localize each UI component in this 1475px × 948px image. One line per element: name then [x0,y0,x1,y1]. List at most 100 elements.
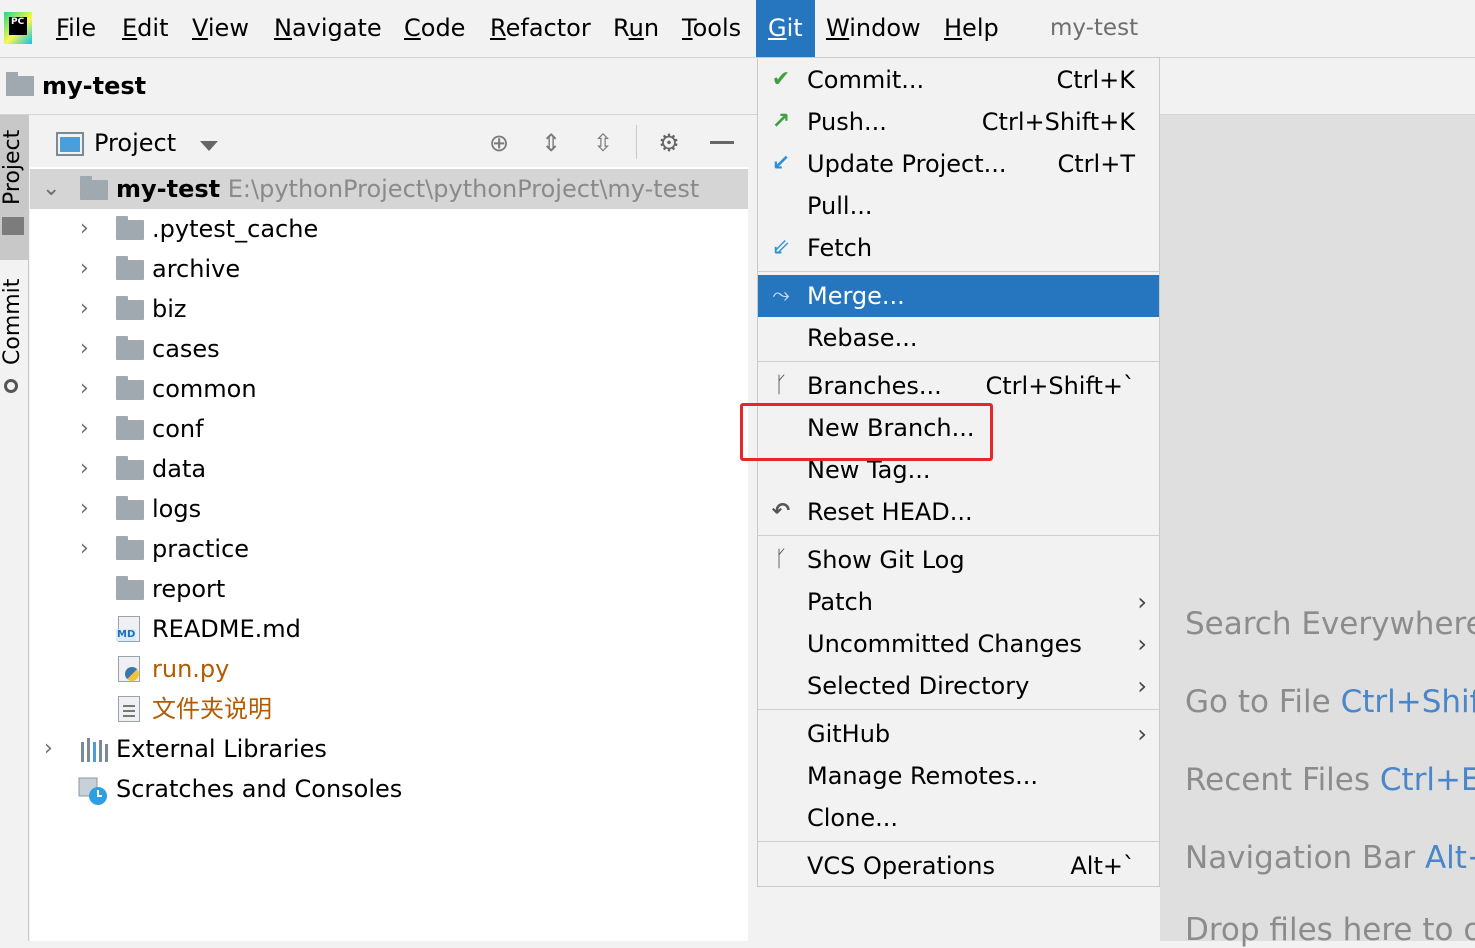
menu-item-branches[interactable]: ᚴ Branches... Ctrl+Shift+` [758,365,1159,407]
menu-item-commit[interactable]: ✔ Commit... Ctrl+K [758,59,1159,101]
chevron-right-icon[interactable]: › [80,529,100,569]
menu-item-merge[interactable]: ⤳ Merge... [758,275,1159,317]
checkmark-icon: ✔ [771,67,791,92]
tree-label: data [152,455,207,483]
root-folder-path: E:\pythonProject\pythonProject\my-test [227,175,700,203]
tree-row-folder[interactable]: › cases [30,329,748,369]
menu-code[interactable]: Code [392,0,477,57]
locate-target-icon[interactable]: ⊕ [486,131,512,155]
tree-row-scratches[interactable]: Scratches and Consoles [30,769,748,809]
chevron-right-icon: › [1137,588,1147,616]
menu-item-selected-directory[interactable]: Selected Directory › [758,665,1159,707]
tree-root-row[interactable]: ⌄ my-test E:\pythonProject\pythonProject… [30,169,748,209]
chevron-right-icon[interactable]: › [80,489,100,529]
menu-item-new-tag[interactable]: New Tag... [758,449,1159,491]
tool-tab-project[interactable]: Project [0,115,28,260]
root-folder-name: my-test [116,175,221,203]
tree-row-folder[interactable]: › .pytest_cache [30,209,748,249]
project-view-selector[interactable]: Project [94,115,176,171]
menu-separator [758,271,1159,272]
chevron-right-icon[interactable]: › [80,249,100,289]
menu-item-fetch[interactable]: ⇙ Fetch [758,227,1159,269]
tree-row-folder[interactable]: › conf [30,409,748,449]
tree-row-folder[interactable]: › common [30,369,748,409]
chevron-right-icon[interactable]: › [80,209,100,249]
chevron-right-icon: › [1137,630,1147,658]
menu-separator [758,841,1159,842]
collapse-all-icon[interactable]: ⇳ [590,131,616,155]
menu-window[interactable]: Window [814,0,933,57]
tree-label: External Libraries [116,735,327,763]
tree-row-folder[interactable]: › biz [30,289,748,329]
tool-tab-commit[interactable]: Commit [0,275,28,400]
hint-drop-files: Drop files here to o [1185,912,1475,948]
chevron-down-icon[interactable]: ⌄ [42,169,62,209]
hint-recent-files: Recent Files Ctrl+E [1185,762,1475,798]
menu-item-update-project[interactable]: ↙ Update Project... Ctrl+T [758,143,1159,185]
project-folder-icon [6,72,34,96]
menu-edit[interactable]: Edit [110,0,180,57]
chevron-right-icon[interactable]: › [80,369,100,409]
menu-item-pull[interactable]: Pull... [758,185,1159,227]
chevron-right-icon[interactable]: › [80,449,100,489]
menu-item-rebase[interactable]: Rebase... [758,317,1159,359]
header-divider [636,125,637,159]
tree-row-runpy[interactable]: run.py [30,649,748,689]
chevron-down-icon[interactable] [200,141,218,151]
tool-tab-commit-label: Commit [0,278,25,365]
menu-separator [758,535,1159,536]
pycharm-logo-icon[interactable]: PC [4,12,32,44]
menu-item-patch[interactable]: Patch › [758,581,1159,623]
menu-item-show-git-log[interactable]: ᚴ Show Git Log [758,539,1159,581]
git-dropdown-menu: ✔ Commit... Ctrl+K ↗ Push... Ctrl+Shift+… [757,57,1160,887]
chevron-right-icon[interactable]: › [80,289,100,329]
tree-row-readme[interactable]: MD README.md [30,609,748,649]
chevron-right-icon: › [1137,672,1147,700]
project-panel-header: Project ⊕ ⇕ ⇳ ⚙ [30,115,748,167]
chevron-right-icon: › [1137,720,1147,748]
library-icon [81,738,108,762]
tree-row-folder[interactable]: › archive [30,249,748,289]
fetch-icon: ⇙ [771,235,791,260]
scratches-icon [78,777,107,805]
menu-file[interactable]: File [44,0,108,57]
menu-help[interactable]: Help [932,0,1011,57]
editor-empty-area[interactable] [1160,115,1475,941]
menu-item-reset-head[interactable]: ↶ Reset HEAD... [758,491,1159,533]
menu-view[interactable]: View [180,0,261,57]
breadcrumb-project[interactable]: my-test [42,58,146,114]
python-file-icon [118,656,140,682]
tree-row-external-libraries[interactable]: › External Libraries [30,729,748,769]
menu-git[interactable]: Git [756,0,815,57]
folder-icon [116,376,144,400]
menu-item-new-branch[interactable]: New Branch... [758,407,1159,449]
text-file-icon [118,696,140,722]
tree-row-folder[interactable]: › logs [30,489,748,529]
menu-navigate[interactable]: Navigate [262,0,394,57]
menu-item-clone[interactable]: Clone... [758,797,1159,839]
menu-refactor[interactable]: Refactor [478,0,603,57]
left-tool-window-strip: Project Commit [0,115,29,941]
menu-item-push[interactable]: ↗ Push... Ctrl+Shift+K [758,101,1159,143]
tree-row-readme-cn[interactable]: 文件夹说明 [30,689,748,729]
hide-panel-icon[interactable] [710,141,734,144]
update-arrow-icon: ↙ [771,151,791,176]
menu-run[interactable]: Run [601,0,671,57]
menu-item-manage-remotes[interactable]: Manage Remotes... [758,755,1159,797]
chevron-right-icon[interactable]: › [80,409,100,449]
markdown-file-icon: MD [116,616,140,642]
gear-icon[interactable]: ⚙ [656,131,682,155]
chevron-right-icon[interactable]: › [80,329,100,369]
menu-item-uncommitted-changes[interactable]: Uncommitted Changes › [758,623,1159,665]
menu-item-github[interactable]: GitHub › [758,713,1159,755]
tree-label: logs [152,495,202,523]
expand-all-icon[interactable]: ⇕ [538,131,564,155]
tree-row-report[interactable]: report [30,569,748,609]
folder-icon [116,416,144,440]
menu-tools[interactable]: Tools [670,0,753,57]
tree-row-folder[interactable]: › practice [30,529,748,569]
menu-item-vcs-operations[interactable]: VCS Operations Alt+` [758,845,1159,887]
menu-separator [758,361,1159,362]
chevron-right-icon[interactable]: › [44,729,64,769]
tree-row-folder[interactable]: › data [30,449,748,489]
